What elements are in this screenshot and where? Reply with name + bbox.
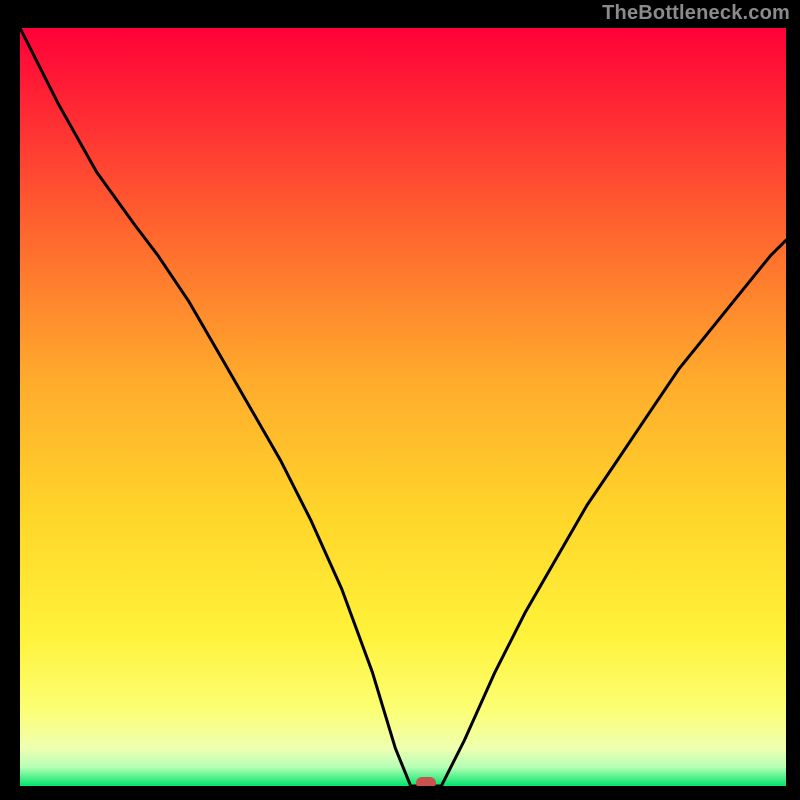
watermark-text: TheBottleneck.com bbox=[602, 2, 790, 25]
chart-svg bbox=[20, 28, 786, 786]
gradient-background bbox=[20, 28, 786, 786]
chart-frame: TheBottleneck.com bbox=[0, 0, 800, 800]
optimal-marker bbox=[416, 777, 436, 786]
plot-area bbox=[17, 25, 789, 789]
